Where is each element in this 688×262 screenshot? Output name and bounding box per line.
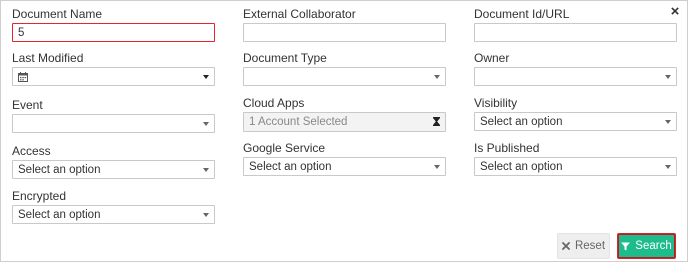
visibility-field: Visibility Select an option [474, 96, 677, 131]
document-id-url-label: Document Id/URL [474, 7, 570, 21]
chevron-down-icon [665, 164, 671, 169]
calendar-icon [18, 71, 28, 82]
chevron-down-icon [203, 212, 209, 217]
chevron-down-icon [203, 167, 209, 172]
visibility-select[interactable]: Select an option [474, 112, 677, 131]
search-label: Search [635, 240, 672, 252]
access-label: Access [12, 144, 51, 158]
document-name-label: Document Name [12, 7, 103, 21]
document-name-field: Document Name 5 [12, 7, 215, 42]
document-id-url-field: Document Id/URL [474, 7, 677, 42]
encrypted-field: Encrypted Select an option [12, 189, 215, 224]
chevron-down-icon [665, 74, 671, 79]
is-published-label: Is Published [474, 141, 540, 155]
is-published-value: Select an option [480, 160, 563, 173]
cloud-apps-select[interactable]: 1 Account Selected [243, 112, 446, 132]
reset-button[interactable]: Reset [557, 233, 610, 259]
event-select[interactable] [12, 114, 215, 133]
visibility-label: Visibility [474, 96, 518, 110]
document-name-value: 5 [18, 26, 25, 39]
owner-label: Owner [474, 51, 510, 65]
filter-icon [621, 242, 631, 251]
chevron-down-icon [434, 164, 440, 169]
document-type-label: Document Type [243, 51, 327, 65]
visibility-value: Select an option [480, 115, 563, 128]
document-type-select[interactable] [243, 67, 446, 86]
chevron-down-icon [434, 74, 440, 79]
event-label: Event [12, 98, 43, 112]
event-field: Event [12, 98, 215, 133]
document-id-url-input[interactable] [474, 23, 677, 42]
access-field: Access Select an option [12, 144, 215, 179]
external-collaborator-field: External Collaborator [243, 7, 446, 42]
last-modified-picker[interactable] [12, 67, 215, 86]
google-service-field: Google Service Select an option [243, 141, 446, 176]
encrypted-value: Select an option [18, 208, 101, 221]
last-modified-label: Last Modified [12, 51, 84, 65]
is-published-field: Is Published Select an option [474, 141, 677, 176]
chevron-down-icon [665, 119, 671, 124]
google-service-select[interactable]: Select an option [243, 157, 446, 176]
chevron-down-icon [203, 121, 209, 126]
x-icon [562, 242, 570, 250]
owner-select[interactable] [474, 67, 677, 86]
cloud-apps-field: Cloud Apps 1 Account Selected [243, 96, 446, 132]
advanced-search-panel: × Document Name 5 Last Modified Event Ac… [0, 0, 688, 262]
hourglass-icon [433, 116, 440, 128]
document-name-input[interactable]: 5 [12, 23, 215, 42]
google-service-label: Google Service [243, 141, 326, 155]
close-icon[interactable]: × [668, 4, 682, 19]
access-select[interactable]: Select an option [12, 160, 215, 179]
document-type-field: Document Type [243, 51, 446, 86]
owner-field: Owner [474, 51, 677, 86]
cloud-apps-value: 1 Account Selected [249, 116, 348, 128]
external-collaborator-input[interactable] [243, 23, 446, 42]
access-value: Select an option [18, 163, 101, 176]
cloud-apps-label: Cloud Apps [243, 96, 305, 110]
is-published-select[interactable]: Select an option [474, 157, 677, 176]
chevron-down-icon [203, 74, 209, 79]
reset-label: Reset [574, 240, 606, 252]
external-collaborator-label: External Collaborator [243, 7, 356, 21]
google-service-value: Select an option [249, 160, 332, 173]
last-modified-field: Last Modified [12, 51, 215, 86]
search-button[interactable]: Search [617, 233, 676, 259]
encrypted-label: Encrypted [12, 189, 67, 203]
encrypted-select[interactable]: Select an option [12, 205, 215, 224]
